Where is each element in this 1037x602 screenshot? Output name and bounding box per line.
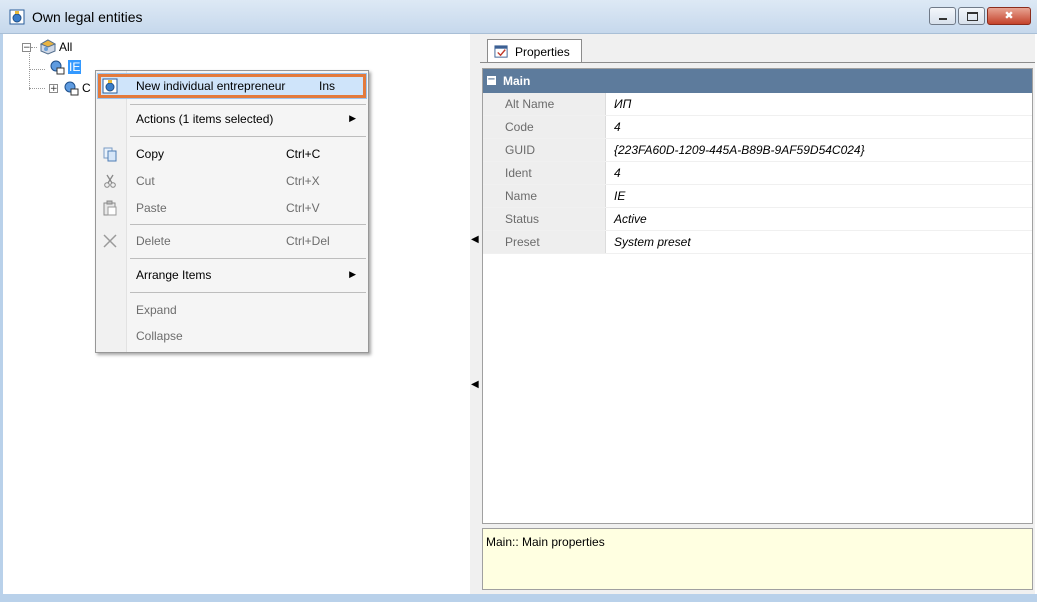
tree-node-ie[interactable]: IE xyxy=(46,59,82,75)
property-name: Ident xyxy=(505,166,532,180)
menu-item-shortcut: Ctrl+Del xyxy=(286,234,330,248)
minimize-button[interactable] xyxy=(929,7,956,25)
menu-item-shortcut: Ctrl+C xyxy=(286,147,321,161)
property-name: Name xyxy=(505,189,538,203)
menu-item-label: Actions (1 items selected) xyxy=(136,112,274,126)
window-title: Own legal entities xyxy=(32,9,143,25)
property-name: Preset xyxy=(505,235,540,249)
menu-item-new-individual-entrepreneur[interactable]: New individual entrepreneur Ins xyxy=(97,73,367,99)
entity-icon xyxy=(50,60,65,75)
property-row[interactable]: Preset System preset xyxy=(483,231,1032,254)
property-row[interactable]: GUID {223FA60D-1209-445A-B89B-9AF59D54C0… xyxy=(483,139,1032,162)
menu-item-collapse[interactable]: Collapse xyxy=(98,324,366,348)
property-value: ИП xyxy=(614,97,632,111)
menu-item-actions[interactable]: Actions (1 items selected) ▶ xyxy=(98,107,366,131)
folder-all-icon xyxy=(40,39,56,55)
property-description: Main:: Main properties xyxy=(482,528,1033,590)
property-row[interactable]: Status Active xyxy=(483,208,1032,231)
expand-toggle-icon[interactable]: + xyxy=(49,83,58,93)
property-value: Active xyxy=(614,212,647,226)
close-button[interactable] xyxy=(987,7,1031,25)
menu-item-copy[interactable]: Copy Ctrl+C xyxy=(98,142,366,166)
menu-item-label: Cut xyxy=(136,174,155,188)
property-value: 4 xyxy=(614,166,621,180)
menu-item-cut[interactable]: Cut Ctrl+X xyxy=(98,169,366,193)
category-label: Main xyxy=(503,74,531,88)
property-row[interactable]: Code 4 xyxy=(483,116,1032,139)
cut-icon xyxy=(104,174,116,188)
property-value: 4 xyxy=(614,120,621,134)
submenu-arrow-icon: ▶ xyxy=(349,269,356,279)
menu-item-label: Paste xyxy=(136,201,167,215)
copy-icon xyxy=(103,147,117,162)
submenu-arrow-icon: ▶ xyxy=(349,113,356,123)
menu-item-paste[interactable]: Paste Ctrl+V xyxy=(98,196,366,220)
delete-icon xyxy=(103,234,117,248)
property-name: Status xyxy=(505,212,540,226)
property-value: {223FA60D-1209-445A-B89B-9AF59D54C024} xyxy=(614,143,865,157)
tab-label: Properties xyxy=(515,45,570,59)
menu-item-shortcut: Ctrl+X xyxy=(286,174,320,188)
tree-node-label: All xyxy=(59,40,73,54)
menu-item-label: Delete xyxy=(136,234,171,248)
tree-node-label: C xyxy=(82,81,91,95)
entity-icon xyxy=(9,9,25,25)
property-grid[interactable]: − Main Alt Name ИП Code 4 GUID {223FA60D… xyxy=(482,68,1033,524)
menu-item-label: Copy xyxy=(136,147,165,161)
menu-item-shortcut: Ins xyxy=(319,79,336,93)
collapse-toggle-icon[interactable]: − xyxy=(487,75,496,85)
tree-node-all[interactable]: − All xyxy=(22,39,72,55)
menu-item-label: New individual entrepreneur xyxy=(136,79,286,93)
menu-item-delete[interactable]: Delete Ctrl+Del xyxy=(98,229,366,253)
tab-properties[interactable]: Properties xyxy=(487,39,582,63)
context-menu: New individual entrepreneur Ins Actions … xyxy=(95,70,369,353)
window-controls xyxy=(927,7,1031,25)
properties-icon xyxy=(494,45,508,58)
entity-icon xyxy=(102,78,118,94)
menu-item-label: Arrange Items xyxy=(136,268,212,282)
property-name: Alt Name xyxy=(505,97,555,111)
description-text: Main:: Main properties xyxy=(486,535,605,549)
menu-item-shortcut: Ctrl+V xyxy=(286,201,320,215)
properties-panel: Properties − Main Alt Name ИП Code 4 GUI… xyxy=(480,34,1035,594)
property-row[interactable]: Alt Name ИП xyxy=(483,93,1032,116)
property-row[interactable]: Name IE xyxy=(483,185,1032,208)
collapse-left-arrow-icon[interactable]: ◀ xyxy=(471,234,479,245)
collapse-left-arrow-icon[interactable]: ◀ xyxy=(471,379,479,390)
property-name: Code xyxy=(505,120,534,134)
paste-icon xyxy=(103,200,117,216)
menu-item-label: Expand xyxy=(136,303,177,317)
window-titlebar: Own legal entities xyxy=(0,0,1037,34)
maximize-button[interactable] xyxy=(958,7,985,25)
collapse-toggle-icon[interactable]: − xyxy=(22,42,31,52)
tree-node-label: IE xyxy=(68,60,82,74)
tree-node-second[interactable]: + C xyxy=(49,80,91,96)
panel-splitter[interactable]: ◀ ◀ xyxy=(470,34,480,594)
window-bottom-border xyxy=(0,594,1037,602)
category-main[interactable]: − Main xyxy=(483,69,1032,93)
property-value: System preset xyxy=(614,235,691,249)
menu-item-expand[interactable]: Expand xyxy=(98,298,366,322)
entity-icon xyxy=(64,81,79,96)
menu-item-label: Collapse xyxy=(136,329,183,343)
property-row[interactable]: Ident 4 xyxy=(483,162,1032,185)
property-name: GUID xyxy=(505,143,535,157)
property-value: IE xyxy=(614,189,626,203)
menu-item-arrange-items[interactable]: Arrange Items ▶ xyxy=(98,263,366,287)
